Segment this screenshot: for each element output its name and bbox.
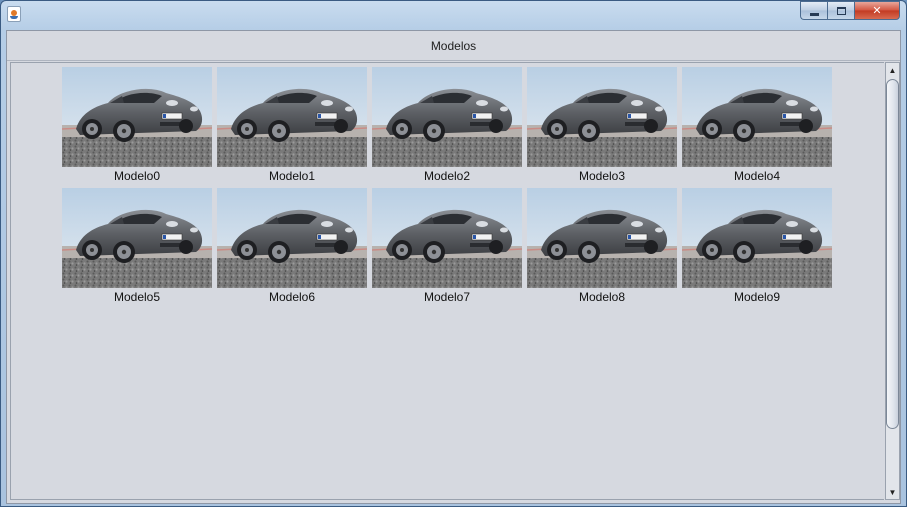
car-thumbnail[interactable] — [527, 188, 677, 288]
model-card[interactable]: Modelo6 — [217, 188, 367, 308]
car-thumbnail[interactable] — [527, 67, 677, 167]
car-thumbnail[interactable] — [682, 188, 832, 288]
scroll-down-button[interactable]: ▼ — [886, 485, 899, 499]
model-card[interactable]: Modelo4 — [682, 67, 832, 187]
car-thumbnail[interactable] — [682, 67, 832, 167]
scrollbar-thumb[interactable] — [886, 79, 899, 429]
minimize-icon — [809, 12, 819, 16]
model-label: Modelo8 — [578, 290, 626, 304]
model-label: Modelo4 — [733, 169, 781, 183]
car-thumbnail[interactable] — [372, 67, 522, 167]
model-card[interactable]: Modelo3 — [527, 67, 677, 187]
close-button[interactable]: ✕ — [854, 1, 900, 20]
arrow-down-icon: ▼ — [888, 487, 897, 497]
model-card[interactable]: Modelo7 — [372, 188, 522, 308]
model-label: Modelo3 — [578, 169, 626, 183]
model-card[interactable]: Modelo9 — [682, 188, 832, 308]
main-panel: Modelos Modelo0 Modelo1 Modelo2 Modelo3 … — [6, 30, 901, 504]
title-bar[interactable]: ✕ — [1, 1, 906, 27]
car-thumbnail[interactable] — [62, 188, 212, 288]
model-card[interactable]: Modelo1 — [217, 67, 367, 187]
scroll-up-button[interactable]: ▲ — [886, 63, 899, 77]
vertical-scrollbar[interactable]: ▲ ▼ — [885, 62, 900, 500]
maximize-button[interactable] — [827, 1, 854, 20]
model-label: Modelo1 — [268, 169, 316, 183]
car-thumbnail[interactable] — [217, 188, 367, 288]
car-thumbnail[interactable] — [372, 188, 522, 288]
model-card[interactable]: Modelo8 — [527, 188, 677, 308]
minimize-button[interactable] — [800, 1, 827, 20]
close-icon: ✕ — [872, 4, 882, 17]
panel-header: Modelos — [7, 31, 900, 61]
car-thumbnail[interactable] — [217, 67, 367, 167]
maximize-icon — [836, 6, 846, 15]
model-label: Modelo0 — [113, 169, 161, 183]
java-coffee-cup-icon — [7, 6, 21, 22]
model-label: Modelo6 — [268, 290, 316, 304]
models-scroll-pane[interactable]: Modelo0 Modelo1 Modelo2 Modelo3 Modelo4 … — [10, 62, 884, 500]
model-label: Modelo9 — [733, 290, 781, 304]
car-thumbnail[interactable] — [62, 67, 212, 167]
model-card[interactable]: Modelo5 — [62, 188, 212, 308]
arrow-up-icon: ▲ — [888, 65, 897, 75]
model-label: Modelo5 — [113, 290, 161, 304]
model-card[interactable]: Modelo0 — [62, 67, 212, 187]
model-card[interactable]: Modelo2 — [372, 67, 522, 187]
application-window: ✕ Modelos Modelo0 Modelo1 Modelo2 Modelo… — [0, 0, 907, 507]
panel-title: Modelos — [430, 38, 477, 53]
model-label: Modelo7 — [423, 290, 471, 304]
model-label: Modelo2 — [423, 169, 471, 183]
